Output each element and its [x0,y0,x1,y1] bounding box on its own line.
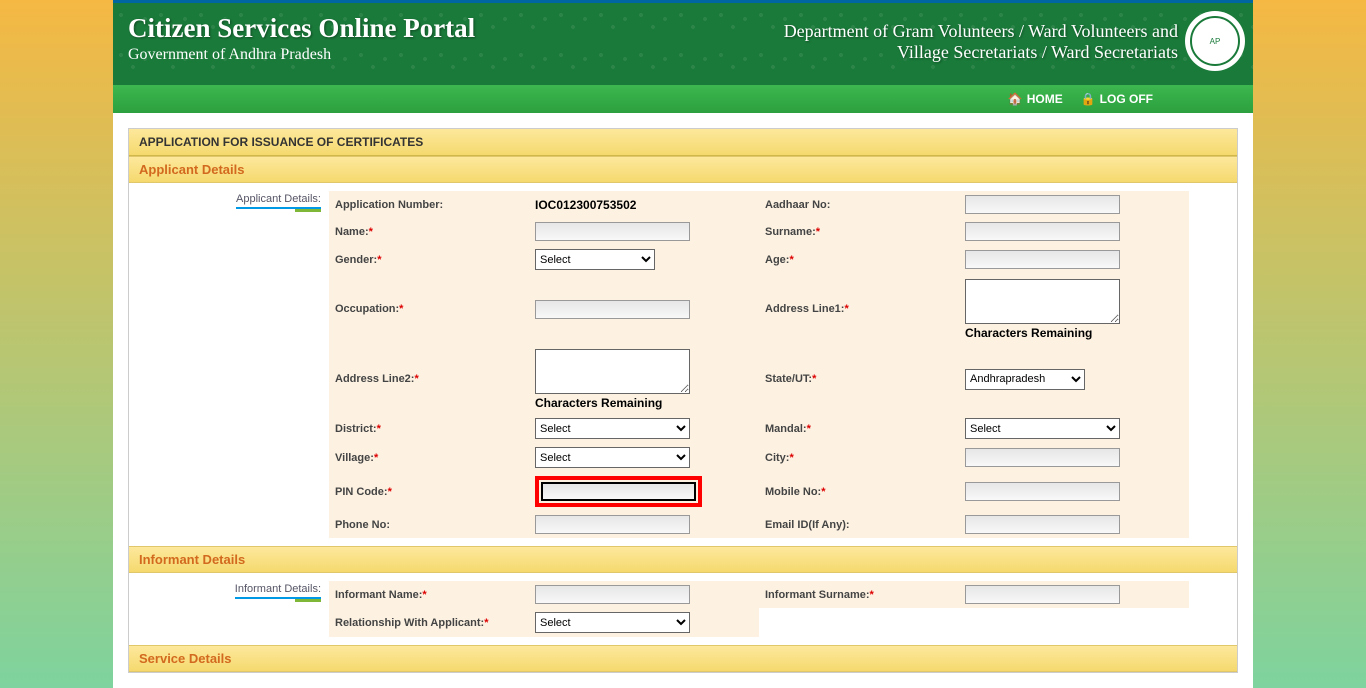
home-icon: 🏠 [1008,92,1023,106]
input-email[interactable] [965,515,1120,534]
label-phone: Phone No: [329,511,529,538]
select-mandal[interactable]: Select [965,418,1120,439]
label-email: Email ID(If Any): [759,511,959,538]
tab-applicant-details[interactable]: Applicant Details: [236,193,321,209]
label-aadhaar: Aadhaar No: [759,191,959,218]
nav-bar: 🏠 HOME 🔒 LOG OFF [113,85,1253,113]
label-gender: Gender:* [329,245,529,274]
portal-title: Citizen Services Online Portal [128,13,475,44]
input-mobile[interactable] [965,482,1120,501]
textarea-address2[interactable] [535,349,690,394]
label-mobile: Mobile No:* [759,472,959,511]
label-address2: Address Line2:* [329,344,529,414]
label-relationship: Relationship With Applicant:* [329,608,529,637]
nav-logoff-label: LOG OFF [1100,92,1153,106]
dept-line2: Village Secretariats / Ward Secretariats [784,42,1178,63]
label-city: City:* [759,443,959,472]
panel-title: APPLICATION FOR ISSUANCE OF CERTIFICATES [129,129,1237,156]
label-app-number: Application Number: [329,191,529,218]
label-informant-name: Informant Name:* [329,581,529,608]
tab-informant-details[interactable]: Informant Details: [235,583,321,599]
select-relationship[interactable]: Select [535,612,690,633]
input-pin[interactable] [541,482,696,501]
label-mandal: Mandal:* [759,414,959,443]
highlight-pin [535,476,702,507]
select-gender[interactable]: Select [535,249,655,270]
input-name[interactable] [535,222,690,241]
ap-govt-logo: AP [1185,11,1245,71]
portal-subtitle: Government of Andhra Pradesh [128,46,475,64]
label-district: District:* [329,414,529,443]
chars-remaining-2: Characters Remaining [535,396,662,410]
select-state[interactable]: Andhrapradesh [965,369,1085,390]
nav-home[interactable]: 🏠 HOME [1008,92,1063,106]
textarea-address1[interactable] [965,279,1120,324]
label-surname: Surname:* [759,218,959,245]
label-state: State/UT:* [759,344,959,414]
header-banner: Citizen Services Online Portal Governmen… [113,0,1253,85]
input-aadhaar[interactable] [965,195,1120,214]
label-name: Name:* [329,218,529,245]
value-app-number: IOC012300753502 [535,198,636,212]
input-informant-name[interactable] [535,585,690,604]
label-age: Age:* [759,245,959,274]
lock-icon: 🔒 [1081,92,1096,106]
label-address1: Address Line1:* [759,274,959,344]
select-district[interactable]: Select [535,418,690,439]
chars-remaining-1: Characters Remaining [965,326,1092,340]
input-occupation[interactable] [535,300,690,319]
input-phone[interactable] [535,515,690,534]
dept-line1: Department of Gram Volunteers / Ward Vol… [784,21,1178,42]
section-service-header: Service Details [129,645,1237,672]
label-village: Village:* [329,443,529,472]
section-informant-header: Informant Details [129,546,1237,573]
select-village[interactable]: Select [535,447,690,468]
label-pin: PIN Code:* [329,472,529,511]
section-applicant-header: Applicant Details [129,156,1237,183]
label-occupation: Occupation:* [329,274,529,344]
input-city[interactable] [965,448,1120,467]
nav-logoff[interactable]: 🔒 LOG OFF [1081,92,1153,106]
input-surname[interactable] [965,222,1120,241]
input-informant-surname[interactable] [965,585,1120,604]
input-age[interactable] [965,250,1120,269]
nav-home-label: HOME [1027,92,1063,106]
label-informant-surname: Informant Surname:* [759,581,959,608]
